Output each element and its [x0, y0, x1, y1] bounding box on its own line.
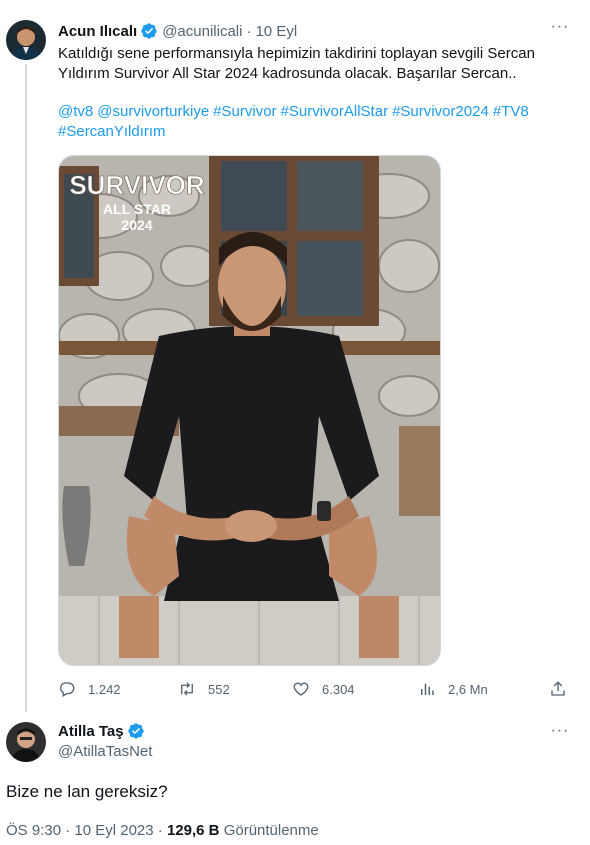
- hashtag-link[interactable]: #TV8: [493, 103, 529, 120]
- hashtag-link[interactable]: #Survivor: [213, 103, 276, 120]
- tweet-header: Acun Ilıcalı @acunilicali · 10 Eyl: [58, 20, 297, 42]
- hashtags: @tv8 @survivorturkiye #Survivor #SurvivorAl…: [58, 102, 568, 142]
- reply-views-label: Görüntülenme: [223, 822, 319, 839]
- logo-text: ALL STAR: [103, 201, 171, 217]
- reply-meta: ÖS 9:30 · 10 Eyl 2023 · 129,6 B Görüntül…: [6, 822, 319, 839]
- views-count: 2,6 Mn: [448, 681, 488, 697]
- more-icon[interactable]: ···: [548, 19, 572, 40]
- author-name[interactable]: Acun Ilıcalı: [58, 23, 137, 40]
- author-handle[interactable]: @acunilicali: [162, 23, 242, 40]
- like-icon: [293, 682, 309, 696]
- thread-line: [25, 64, 27, 712]
- verified-badge-icon: [127, 722, 145, 740]
- separator-dot: ·: [246, 22, 252, 40]
- reply-author-row: Atilla Taş: [58, 722, 149, 740]
- reply-author-handle[interactable]: @AtillaTasNet: [58, 743, 152, 760]
- reply-count: 1.242: [88, 681, 121, 697]
- tweet-text-line: Yıldırım Survivor All Star 2024 kadrosun…: [58, 65, 517, 82]
- like-count: 6.304: [322, 681, 355, 697]
- hashtag-link[interactable]: #Survivor2024: [392, 103, 489, 120]
- reply-button[interactable]: 1.242: [58, 678, 121, 700]
- logo-text: 2024: [121, 217, 152, 233]
- action-bar: 1.242 552 6.304 2,6 Mn: [58, 678, 570, 700]
- mention-link[interactable]: @tv8: [58, 103, 93, 120]
- mention-link[interactable]: @survivorturkiye: [97, 103, 209, 120]
- reply-date[interactable]: 10 Eyl 2023: [74, 822, 153, 839]
- reply-tweet[interactable]: Atilla Taş @AtillaTasNet ··· Bize ne lan…: [0, 712, 590, 845]
- retweet-icon: [181, 682, 193, 696]
- main-tweet[interactable]: Acun Ilıcalı @acunilicali · 10 Eyl ··· K…: [0, 0, 590, 712]
- tweet-date[interactable]: 10 Eyl: [255, 23, 297, 40]
- views-icon: [421, 683, 434, 695]
- logo-text: SURVIVOR: [69, 170, 205, 200]
- hashtag-link[interactable]: #SercanYıldırım: [58, 123, 166, 140]
- retweet-count: 552: [208, 681, 230, 697]
- views-button[interactable]: 2,6 Mn: [418, 678, 488, 700]
- reply-author-name[interactable]: Atilla Taş: [58, 723, 124, 740]
- avatar-acun[interactable]: [6, 20, 46, 60]
- retweet-button[interactable]: 552: [178, 678, 230, 700]
- separator-dot: ·: [157, 822, 163, 839]
- share-icon: [551, 681, 565, 696]
- separator-dot: ·: [65, 822, 71, 839]
- reply-icon: [60, 682, 75, 697]
- more-icon[interactable]: ···: [548, 723, 572, 744]
- verified-badge-icon: [140, 22, 158, 40]
- tweet-text: Katıldığı sene performansıyla hepimizin …: [58, 44, 568, 84]
- share-button[interactable]: [549, 678, 579, 700]
- hashtag-link[interactable]: #SurvivorAllStar: [281, 103, 389, 120]
- tweet-text-line: Katıldığı sene performansıyla hepimizin …: [58, 45, 535, 62]
- like-button[interactable]: 6.304: [292, 678, 355, 700]
- tweet-media-photo[interactable]: SURVIVOR ALL STAR 2024: [58, 155, 441, 666]
- reply-text: Bize ne lan gereksiz?: [6, 782, 168, 801]
- reply-views-count: 129,6 B: [166, 822, 220, 839]
- avatar-atilla[interactable]: [6, 722, 46, 762]
- reply-time[interactable]: ÖS 9:30: [6, 822, 61, 839]
